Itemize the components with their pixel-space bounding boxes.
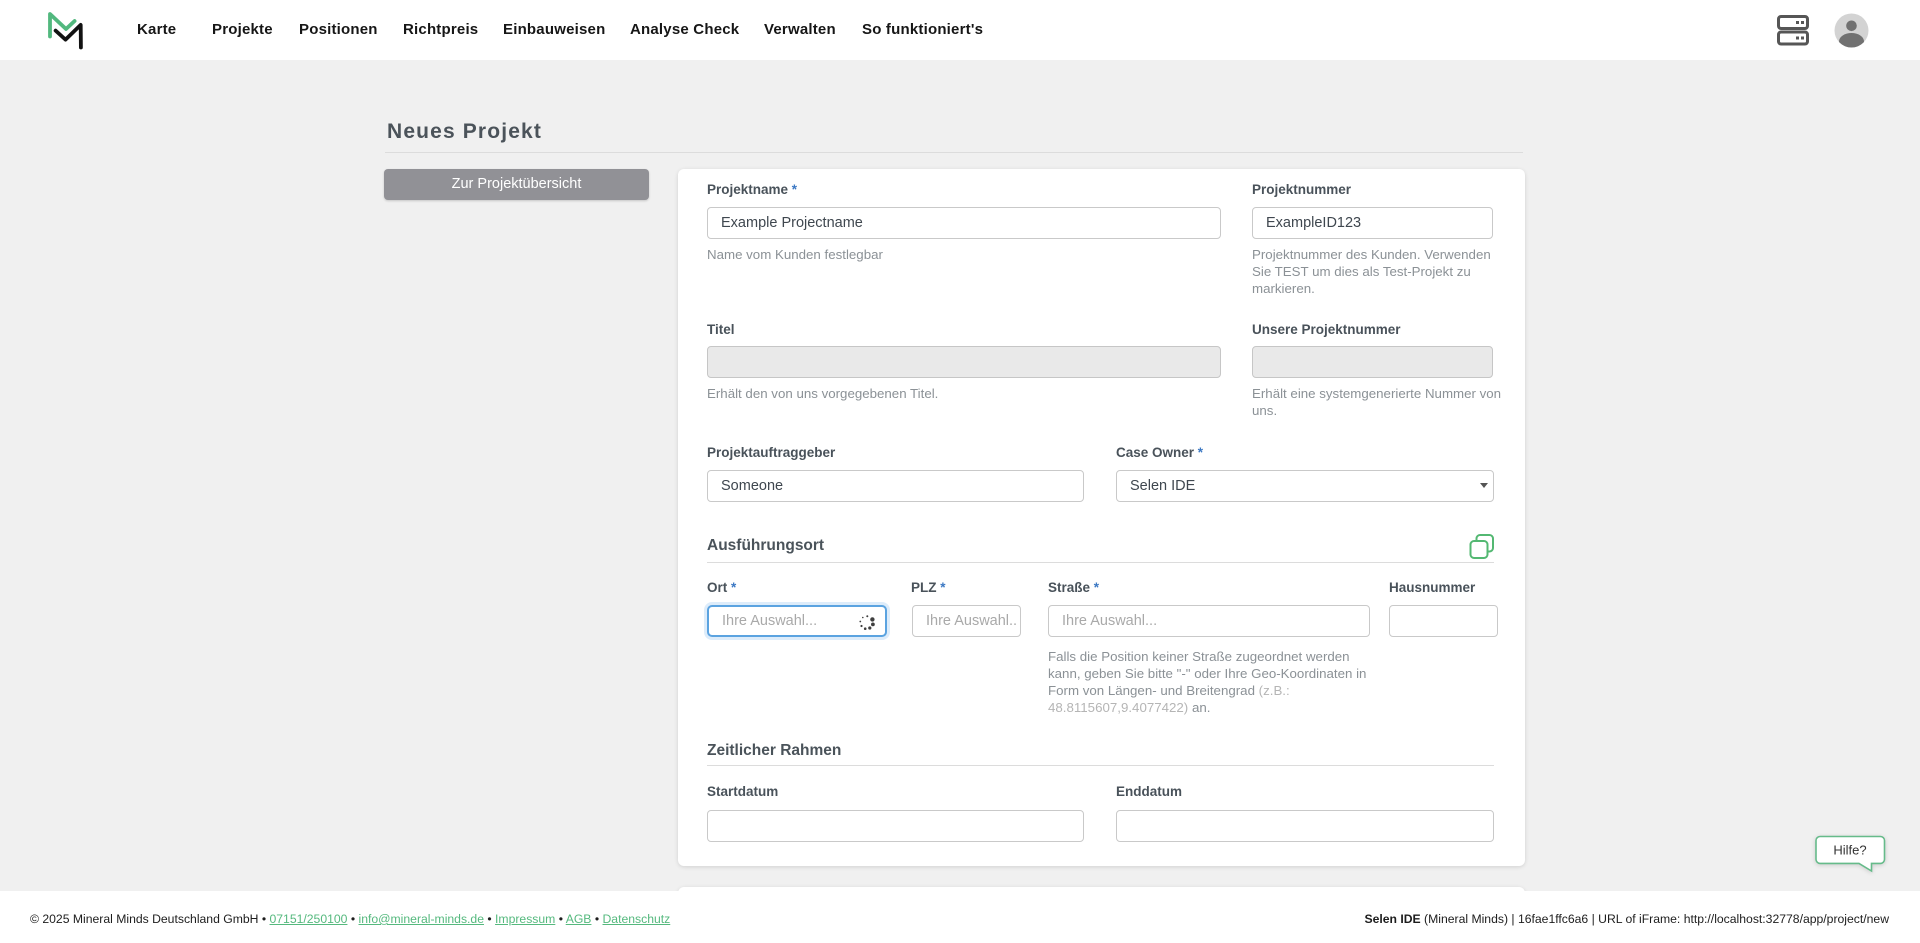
svg-text:Hilfe?: Hilfe? — [1833, 843, 1866, 858]
